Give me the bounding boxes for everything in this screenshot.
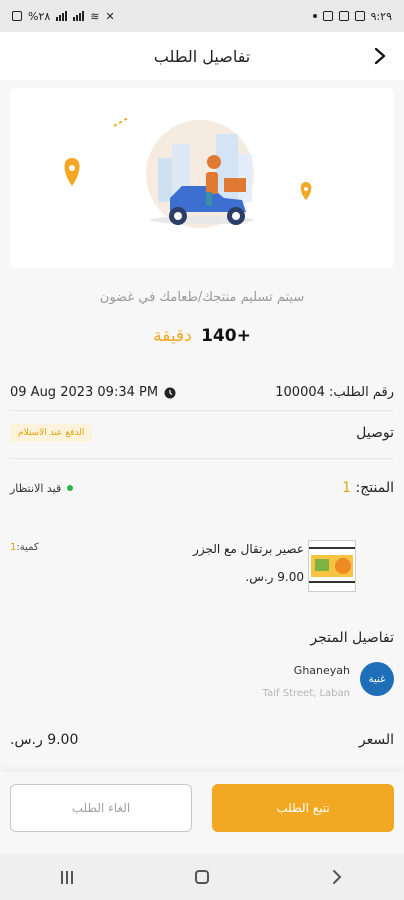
order-type: توصيل	[356, 425, 394, 441]
order-number-value: 100004	[275, 385, 325, 400]
clock-time: ٩:٢٩	[370, 9, 392, 23]
home-icon[interactable]	[195, 870, 209, 884]
recent-apps-icon[interactable]	[61, 870, 73, 884]
order-datetime-text: 09 Aug 2023 09:34 PM	[10, 385, 159, 400]
bottom-action-bar: الغاء الطلب تتبع الطلب	[0, 772, 404, 854]
status-bar: %٢٨ ≋ ✕ ٩:٢٩	[0, 0, 404, 32]
battery-level: %٢٨	[28, 9, 51, 23]
gallery-icon	[354, 11, 365, 21]
nfc-icon: ✕	[105, 9, 115, 23]
back-button[interactable]	[366, 42, 394, 70]
order-number: رقم الطلب: 100004	[275, 385, 394, 400]
page-title: تفاصيل الطلب	[153, 46, 251, 66]
product-price: 9.00 ر.س.	[245, 570, 304, 584]
product-name: عصير برتقال مع الجزر	[193, 542, 304, 556]
order-datetime: 09 Aug 2023 09:34 PM	[10, 385, 176, 400]
products-label: المنتج:	[355, 480, 394, 496]
clock-icon	[164, 387, 176, 398]
divider	[10, 410, 394, 411]
track-order-button[interactable]: تتبع الطلب	[212, 784, 394, 832]
delivery-message: سيتم تسليم منتجك/طعامك في غضون	[99, 290, 305, 305]
products-count-value: 1	[342, 480, 352, 496]
mail-icon	[322, 11, 333, 21]
order-status-row: قيد الانتظار المنتج: 1	[10, 480, 394, 496]
signal-icon-2	[73, 11, 85, 21]
divider	[10, 458, 394, 459]
app-header: تفاصيل الطلب	[0, 32, 404, 80]
back-nav-icon[interactable]	[331, 869, 343, 885]
order-type-row: الدفع عند الاستلام توصيل	[10, 424, 394, 442]
order-info-row: 09 Aug 2023 09:34 PM رقم الطلب: 100004	[10, 385, 394, 400]
eta-value: +140	[201, 326, 251, 346]
order-number-label: رقم الطلب:	[329, 385, 394, 400]
store-address: Taif Street, Laban	[262, 688, 350, 699]
instagram-icon	[338, 11, 349, 21]
product-image	[308, 540, 356, 592]
payment-badge: الدفع عند الاستلام	[10, 424, 93, 442]
status-text: قيد الانتظار	[10, 481, 62, 495]
eta-unit: دقيقة	[153, 326, 192, 346]
cancel-order-button[interactable]: الغاء الطلب	[10, 784, 192, 832]
system-nav-bar	[0, 854, 404, 900]
status-dot-icon	[67, 485, 74, 491]
notification-dot-icon	[312, 14, 317, 18]
delivery-illustration	[10, 88, 394, 268]
products-count: المنتج: 1	[342, 480, 394, 496]
signal-icon	[56, 11, 68, 21]
product-item[interactable]: عصير برتقال مع الجزر 9.00 ر.س. كمية:1	[10, 536, 394, 596]
store-section-title: تفاصيل المتجر	[310, 630, 394, 646]
eta-display: +140 دقيقة	[0, 326, 404, 346]
status-left: %٢٨ ≋ ✕	[12, 10, 115, 23]
product-quantity: كمية:1	[10, 542, 39, 553]
price-row: 9.00 ر.س. السعر	[10, 732, 394, 748]
status-right: ٩:٢٩	[312, 9, 392, 23]
order-status: قيد الانتظار	[10, 481, 74, 495]
price-value: 9.00 ر.س.	[10, 732, 79, 748]
scooter-illustration-icon	[64, 117, 312, 228]
qty-label: كمية:	[16, 542, 39, 553]
chevron-right-icon	[374, 47, 386, 65]
price-label: السعر	[358, 732, 394, 748]
store-logo: غنية	[360, 662, 394, 696]
battery-icon	[12, 11, 22, 21]
juice-icon	[309, 547, 355, 583]
wifi-icon: ≋	[90, 9, 100, 23]
store-name: Ghaneyah	[293, 664, 350, 677]
